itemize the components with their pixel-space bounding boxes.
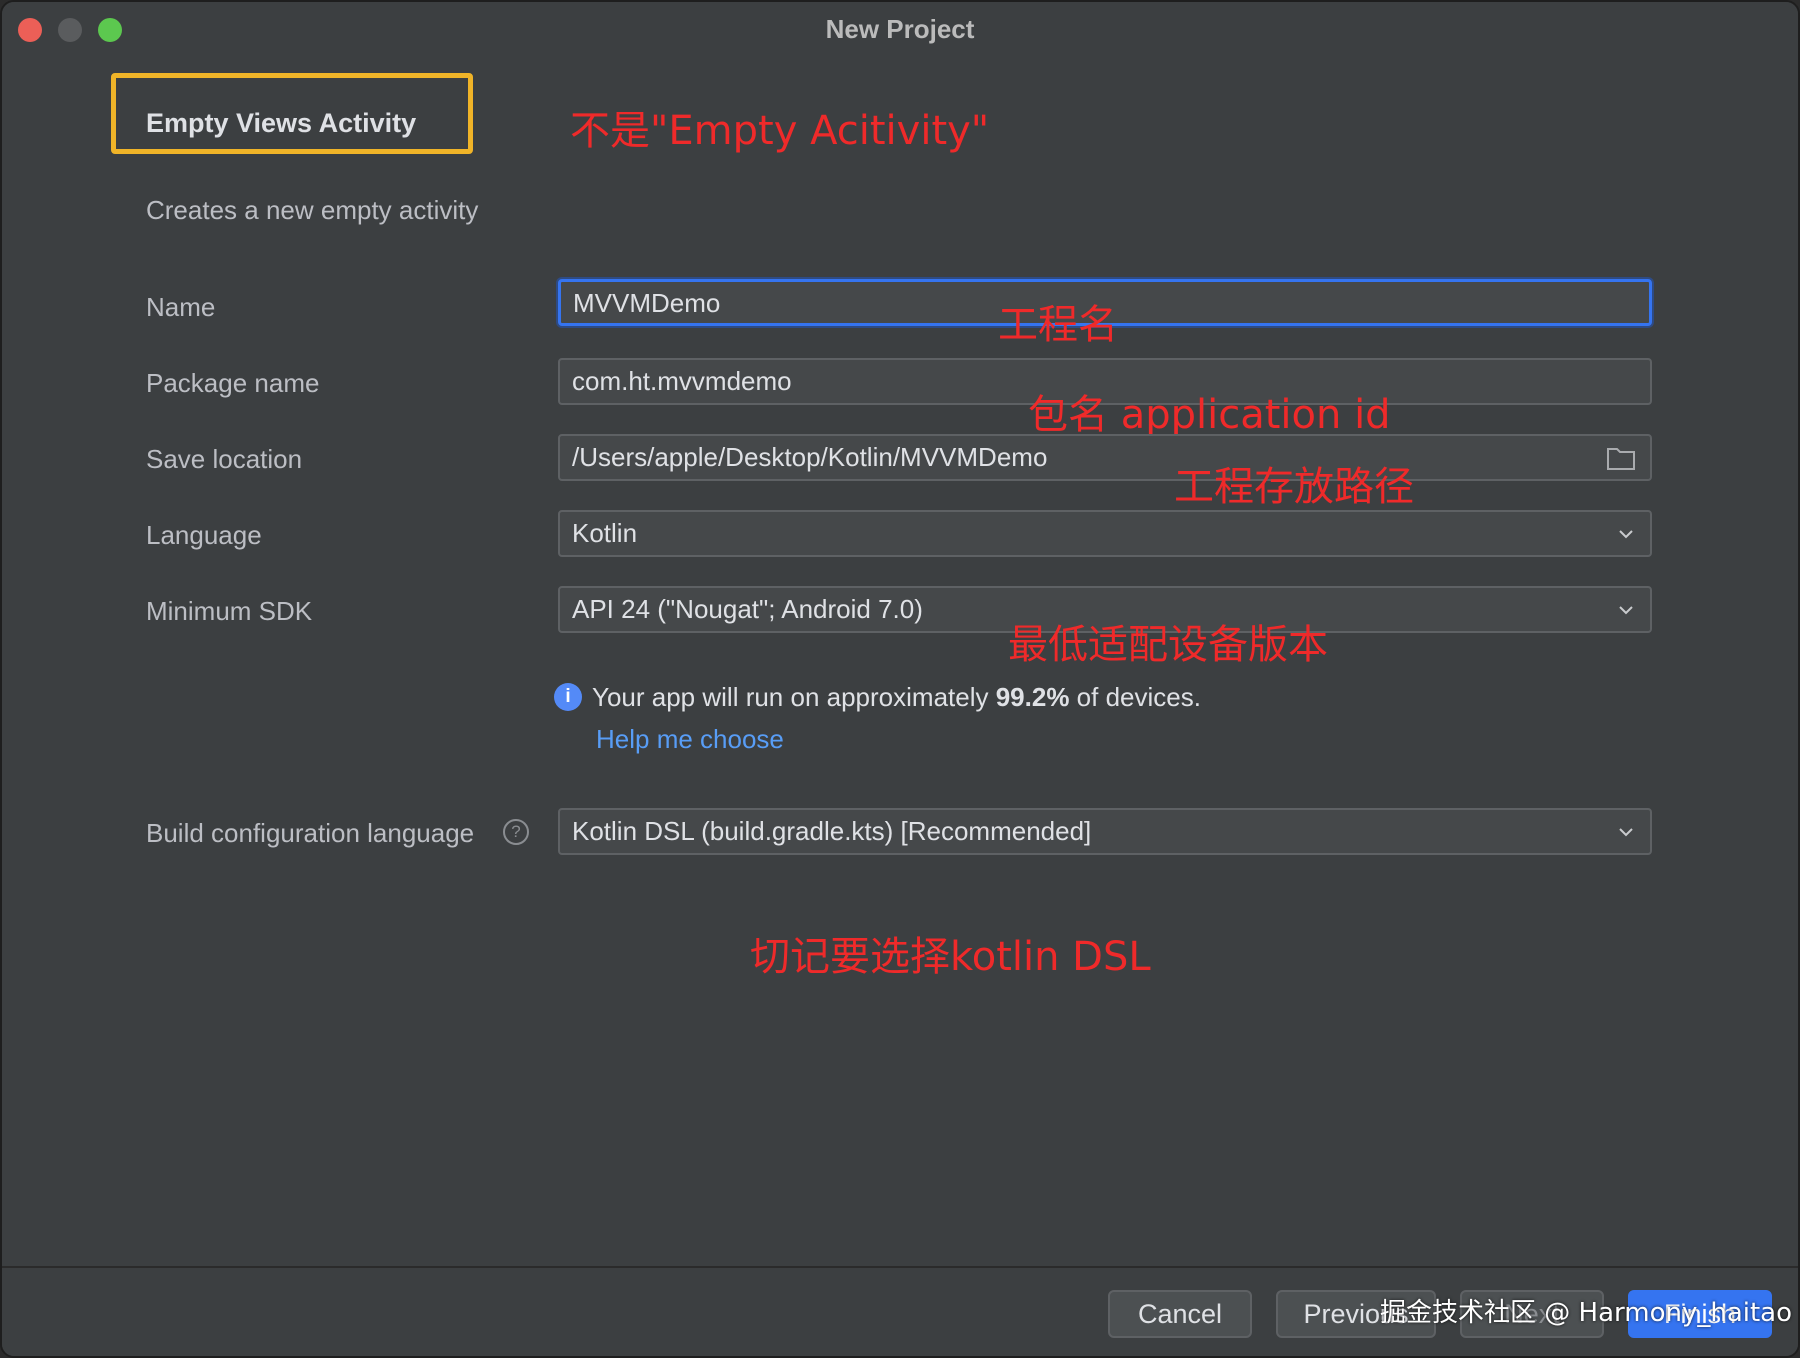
- language-select[interactable]: Kotlin: [558, 510, 1652, 557]
- chevron-down-icon: [1619, 828, 1633, 837]
- save-location-value: /Users/apple/Desktop/Kotlin/MVVMDemo: [572, 442, 1048, 472]
- cancel-button[interactable]: Cancel: [1108, 1290, 1252, 1338]
- chevron-down-icon: [1619, 530, 1633, 539]
- name-label: Name: [146, 292, 216, 322]
- chevron-down-icon: [1619, 606, 1633, 615]
- minimum-sdk-label: Minimum SDK: [146, 596, 313, 626]
- template-title: Empty Views Activity: [146, 108, 417, 138]
- annotation-name: 工程名: [998, 302, 1118, 348]
- annotation-package: 包名 application id: [1028, 392, 1391, 438]
- folder-icon[interactable]: [1606, 445, 1636, 471]
- help-question-icon[interactable]: ?: [503, 819, 529, 845]
- help-me-choose-link[interactable]: Help me choose: [596, 724, 784, 755]
- build-config-select[interactable]: Kotlin DSL (build.gradle.kts) [Recommend…: [558, 808, 1652, 855]
- info-icon: i: [554, 683, 582, 711]
- title-bar: New Project: [2, 2, 1798, 56]
- annotation-template: 不是"Empty Acitivity": [570, 108, 990, 154]
- language-value: Kotlin: [572, 518, 638, 548]
- package-name-label: Package name: [146, 368, 320, 398]
- annotation-sdk: 最低适配设备版本: [1008, 622, 1328, 668]
- minimum-sdk-value: API 24 ("Nougat"; Android 7.0): [572, 594, 923, 624]
- language-label: Language: [146, 520, 262, 550]
- new-project-window: New Project Empty Views Activity 不是"Empt…: [0, 0, 1800, 1358]
- build-config-label: Build configuration language: [146, 818, 475, 848]
- save-location-field[interactable]: /Users/apple/Desktop/Kotlin/MVVMDemo: [558, 434, 1652, 481]
- template-description: Creates a new empty activity: [146, 195, 479, 225]
- coverage-suffix: of devices.: [1069, 682, 1201, 712]
- build-config-value: Kotlin DSL (build.gradle.kts) [Recommend…: [572, 816, 1092, 846]
- save-location-label: Save location: [146, 444, 303, 474]
- window-title: New Project: [825, 14, 975, 44]
- annotation-location: 工程存放路径: [1174, 464, 1414, 510]
- annotation-dsl: 切记要选择kotlin DSL: [750, 934, 1151, 980]
- coverage-percent: 99.2%: [995, 682, 1070, 712]
- name-field-value: MVVMDemo: [573, 288, 721, 318]
- coverage-prefix: Your app will run on approximately: [592, 682, 996, 712]
- device-coverage-text: Your app will run on approximately 99.2%…: [592, 682, 1201, 713]
- package-name-value: com.ht.mvvmdemo: [572, 366, 792, 396]
- watermark-text: 掘金技术社区 @ Harmony_haitao: [1380, 1298, 1793, 1328]
